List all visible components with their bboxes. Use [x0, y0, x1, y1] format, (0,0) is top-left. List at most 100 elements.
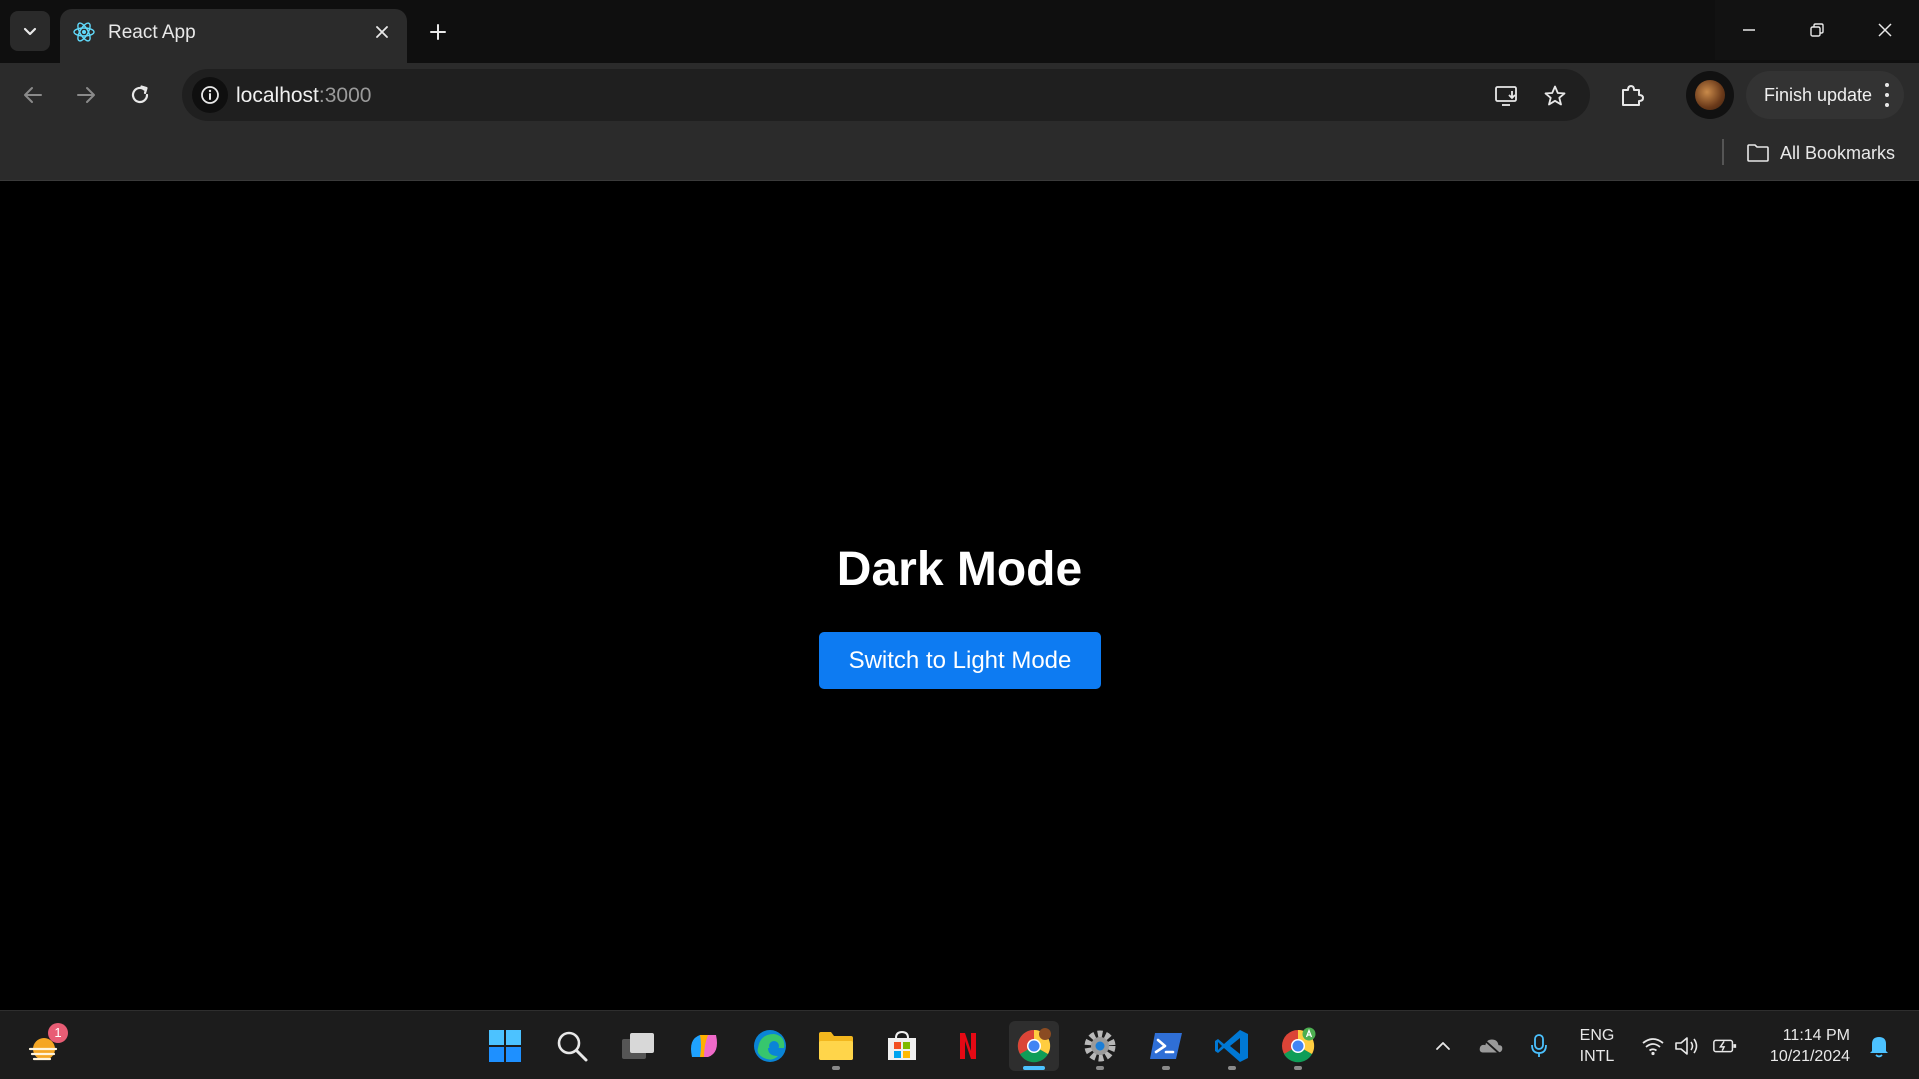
chevron-up-icon: [1436, 1042, 1450, 1050]
chrome-icon: [1282, 1027, 1316, 1063]
tab-close-button[interactable]: [368, 18, 396, 46]
install-app-button[interactable]: [1492, 81, 1522, 111]
microphone-button[interactable]: [1526, 1033, 1552, 1059]
bookmark-star-button[interactable]: [1540, 81, 1570, 111]
clock-time: 11:14 PM: [1782, 1027, 1850, 1044]
chevron-down-icon: [23, 27, 37, 36]
battery-button[interactable]: [1712, 1033, 1738, 1059]
powershell-icon: [1150, 1033, 1182, 1059]
theme-toggle-button[interactable]: Switch to Light Mode: [819, 632, 1101, 689]
store-icon: [888, 1030, 916, 1060]
active-indicator: [1023, 1066, 1045, 1070]
avatar-image: [1695, 80, 1725, 110]
taskbar-search-button[interactable]: [547, 1021, 597, 1071]
chrome-profile-button[interactable]: [1273, 1021, 1323, 1071]
notification-badge: 1: [48, 1023, 68, 1043]
extensions-button[interactable]: [1612, 75, 1652, 115]
input-language[interactable]: ENG INTL: [1572, 1025, 1622, 1067]
close-icon: [1878, 23, 1892, 37]
restore-button[interactable]: [1783, 0, 1851, 60]
task-view-button[interactable]: [613, 1021, 663, 1071]
system-clock[interactable]: 11:14 PM 10/21/2024: [1748, 1025, 1850, 1067]
bookmarks-bar: All Bookmarks: [0, 126, 1919, 181]
running-indicator: [1096, 1066, 1104, 1070]
file-explorer-button[interactable]: [811, 1021, 861, 1071]
reload-icon: [131, 85, 149, 104]
url-port: :3000: [318, 84, 372, 107]
store-button[interactable]: [877, 1021, 927, 1071]
all-bookmarks-label: All Bookmarks: [1780, 142, 1896, 163]
folder-icon: [819, 1032, 853, 1060]
start-button[interactable]: [480, 1021, 530, 1071]
settings-button[interactable]: [1075, 1021, 1125, 1071]
terminal-button[interactable]: [1141, 1021, 1191, 1071]
bookmarks-separator: [1722, 139, 1724, 165]
folder-icon: [1747, 144, 1769, 162]
minimize-icon: [1743, 29, 1755, 31]
profile-avatar[interactable]: [1686, 71, 1734, 119]
chrome-button[interactable]: [1009, 1021, 1059, 1071]
bell-icon: [1870, 1037, 1888, 1058]
browser-toolbar: localhost:3000 Finish update: [0, 63, 1919, 126]
running-indicator: [1162, 1066, 1170, 1070]
minimize-button[interactable]: [1715, 0, 1783, 60]
cloud-off-icon: [1479, 1036, 1503, 1056]
forward-button[interactable]: [66, 75, 106, 115]
tab-search-button[interactable]: [10, 11, 50, 51]
all-bookmarks-button[interactable]: All Bookmarks: [1746, 138, 1895, 168]
more-menu-icon[interactable]: [1884, 83, 1890, 107]
gear-icon: [1084, 1030, 1116, 1062]
url-host: localhost: [236, 84, 319, 107]
arrow-left-icon: [24, 87, 42, 103]
weather-widget[interactable]: 1: [22, 1023, 72, 1069]
url-text[interactable]: localhost:3000: [236, 84, 371, 108]
keyboard-layout: INTL: [1579, 1048, 1615, 1065]
finish-update-label: Finish update: [1764, 84, 1873, 105]
reload-button[interactable]: [120, 75, 160, 115]
clock-date: 10/21/2024: [1769, 1048, 1850, 1065]
close-window-button[interactable]: [1851, 0, 1919, 60]
edge-button[interactable]: [745, 1021, 795, 1071]
chrome-icon: [1017, 1028, 1051, 1063]
tab-strip: React App: [0, 0, 1919, 63]
show-hidden-icons-button[interactable]: [1430, 1033, 1456, 1059]
arrow-right-icon: [77, 87, 95, 103]
screen: React App localhost:3000 Finish update A…: [0, 0, 1919, 1079]
battery-charging-icon: [1713, 1039, 1737, 1053]
active-tab[interactable]: React App: [60, 9, 407, 63]
page-heading: Dark Mode: [836, 543, 1083, 596]
windows-taskbar: 1 ENG INTL 11:14 PM 10/21/2024: [0, 1010, 1919, 1079]
running-indicator: [1228, 1066, 1236, 1070]
running-indicator: [1294, 1066, 1302, 1070]
task-view-icon: [622, 1033, 654, 1059]
volume-button[interactable]: [1674, 1033, 1700, 1059]
vscode-icon: [1215, 1030, 1248, 1062]
info-icon: [201, 86, 219, 104]
close-icon: [376, 26, 388, 38]
tab-title: React App: [108, 22, 196, 43]
volume-icon: [1675, 1037, 1698, 1055]
language-code: ENG: [1579, 1027, 1615, 1044]
notifications-button[interactable]: [1866, 1033, 1892, 1059]
vscode-button[interactable]: [1207, 1021, 1257, 1071]
onedrive-button[interactable]: [1478, 1033, 1504, 1059]
wifi-button[interactable]: [1640, 1033, 1666, 1059]
microphone-icon: [1531, 1034, 1547, 1057]
search-icon: [557, 1031, 588, 1062]
windows-icon: [489, 1030, 521, 1062]
netflix-icon: [960, 1033, 976, 1059]
react-icon: [73, 22, 95, 42]
address-bar[interactable]: localhost:3000: [182, 69, 1590, 121]
wifi-icon: [1642, 1038, 1664, 1056]
netflix-button[interactable]: [943, 1021, 993, 1071]
back-button[interactable]: [13, 75, 53, 115]
new-tab-button[interactable]: [420, 14, 456, 50]
edge-icon: [754, 1030, 786, 1062]
site-info-button[interactable]: [192, 77, 228, 113]
finish-update-button[interactable]: Finish update: [1746, 71, 1904, 119]
running-indicator: [832, 1066, 840, 1070]
copilot-icon: [691, 1035, 717, 1057]
star-icon: [1544, 85, 1566, 106]
copilot-button[interactable]: [679, 1021, 729, 1071]
restore-icon: [1810, 23, 1824, 37]
